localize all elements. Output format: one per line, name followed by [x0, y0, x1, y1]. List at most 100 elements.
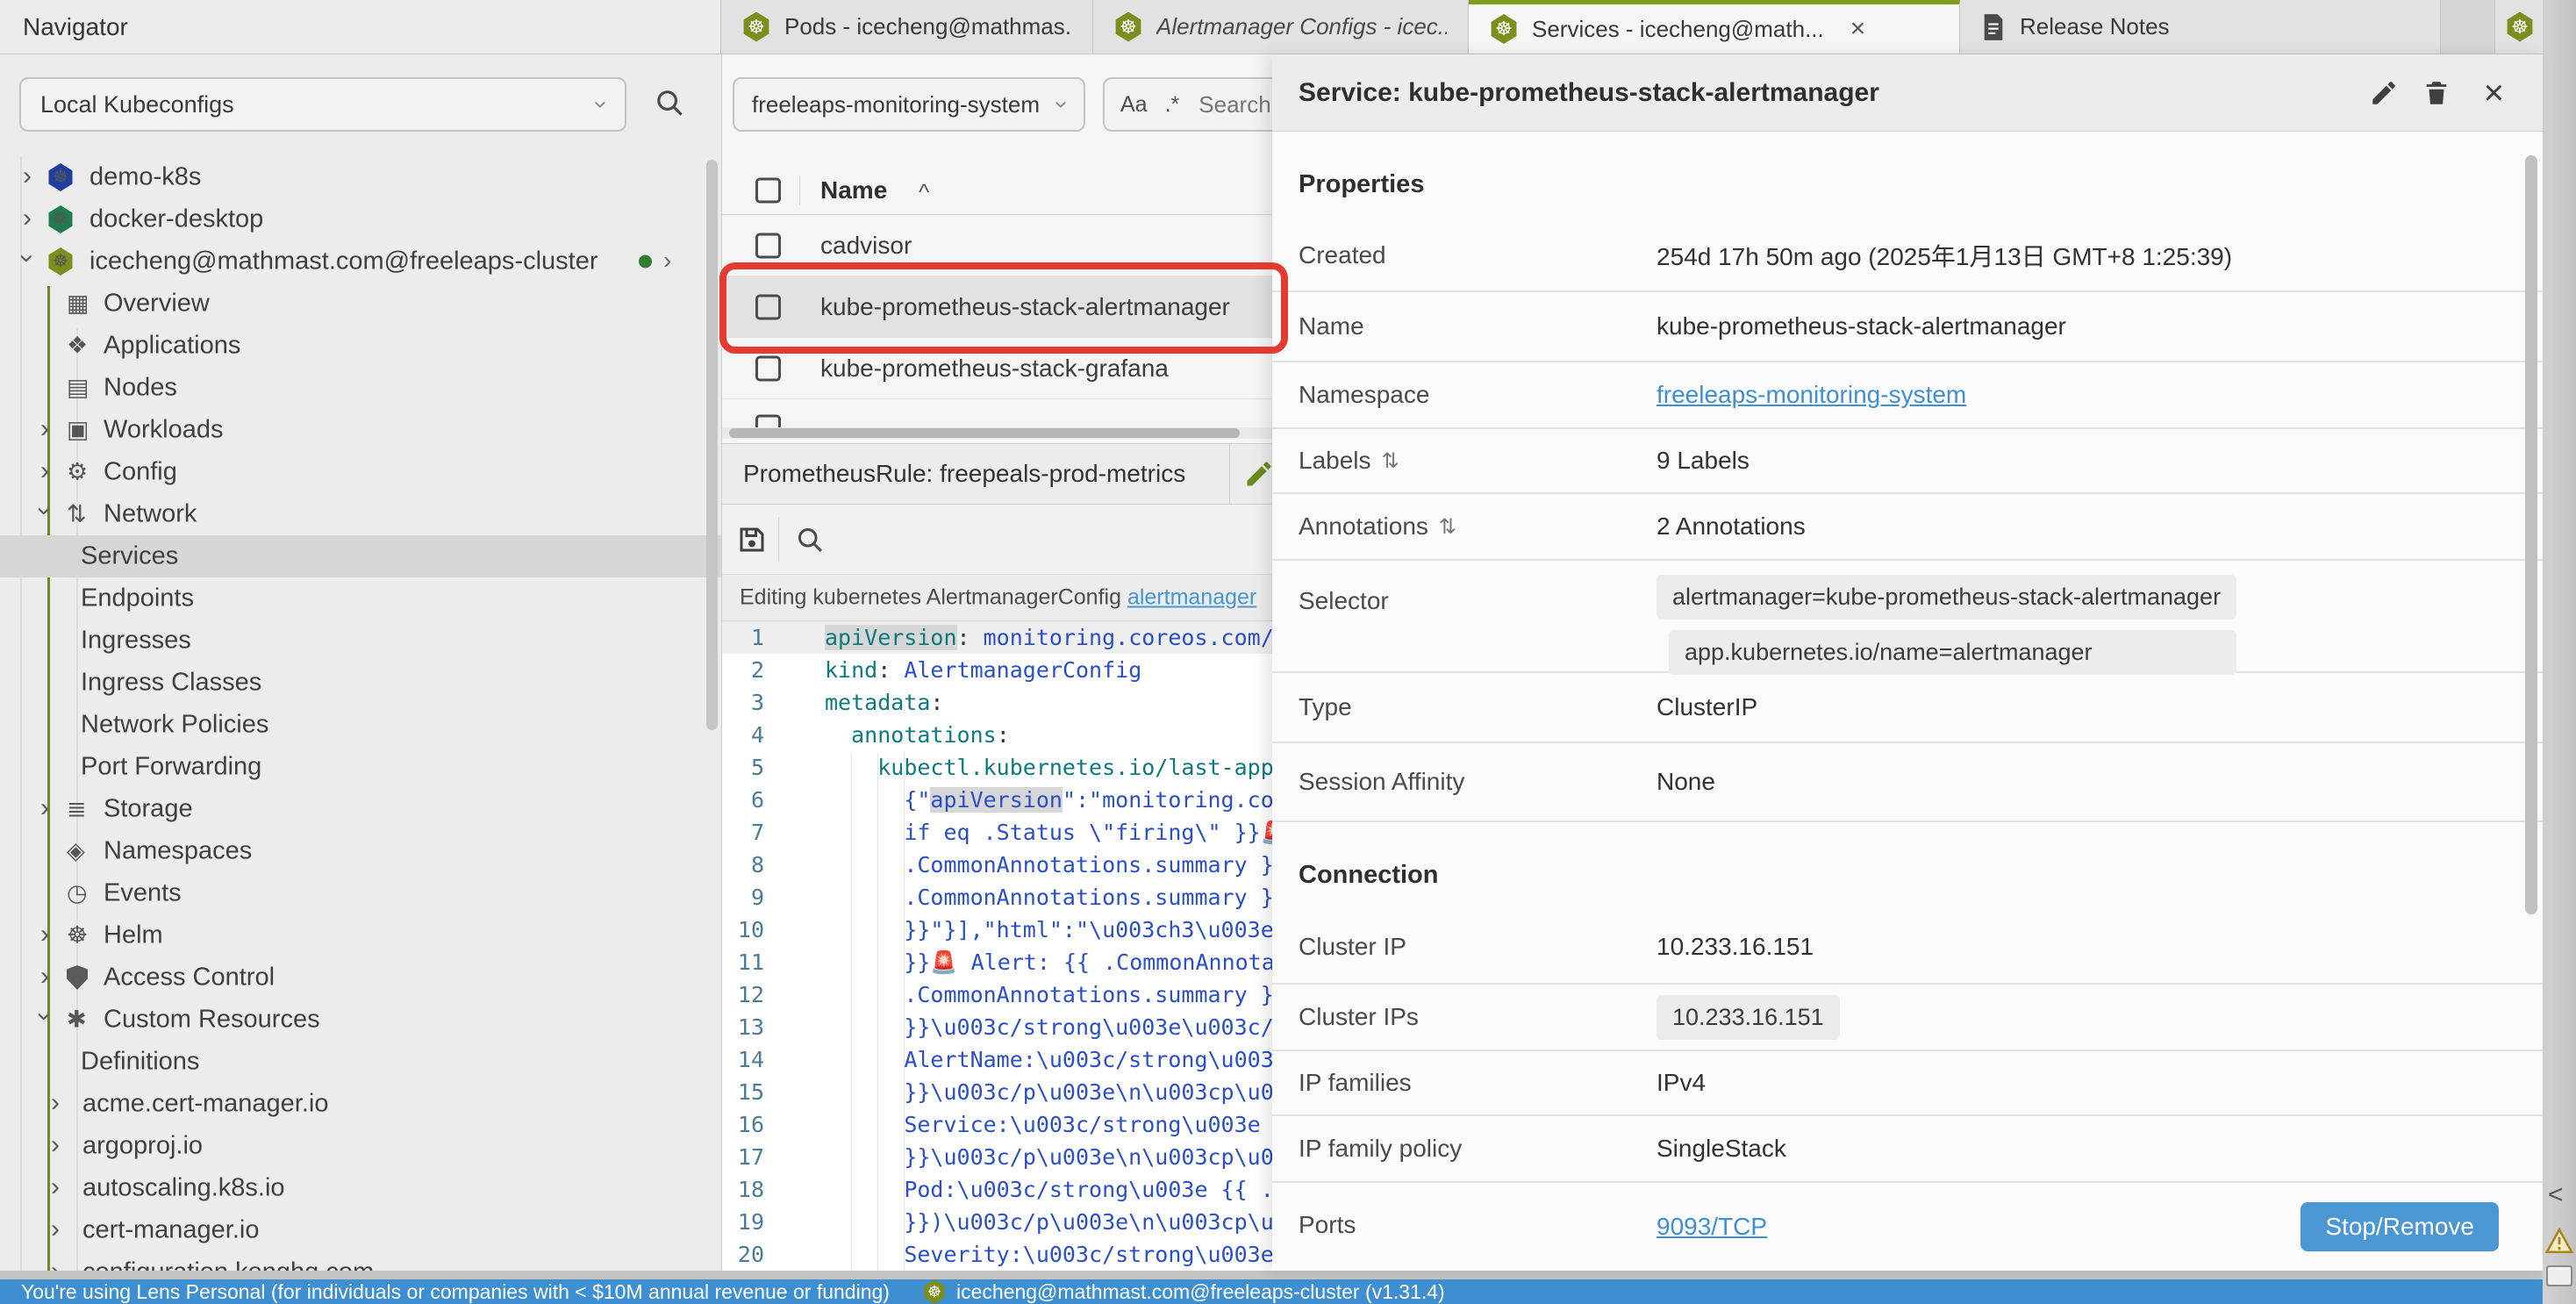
sidebar-item-namespaces[interactable]: ◈ Namespaces [0, 830, 721, 872]
sidebar-item-argoproj[interactable]: › argoproj.io [0, 1125, 721, 1167]
select-all-checkbox[interactable] [755, 178, 781, 204]
table-row-grafana[interactable]: kube-prometheus-stack-grafana [722, 338, 1272, 399]
sidebar-item-definitions[interactable]: Definitions [0, 1041, 721, 1083]
chevron-down-icon[interactable]: › [14, 254, 40, 262]
stop-remove-button[interactable]: Stop/Remove [2301, 1202, 2499, 1251]
table-row-cadvisor[interactable]: cadvisor [722, 215, 1272, 276]
code-line[interactable]: 17 }}\u003c/p\u003e\n\u003cp\u003 [722, 1141, 1272, 1173]
code-line[interactable]: 15 }}\u003c/p\u003e\n\u003cp\u003 [722, 1076, 1272, 1108]
code-line[interactable]: 20 Severity:\u003c/strong\u003e [722, 1238, 1272, 1271]
search-icon[interactable] [653, 86, 686, 119]
scrollbar-thumb[interactable] [729, 428, 1240, 438]
sort-asc-icon[interactable]: ^ [919, 178, 929, 205]
name-column-header[interactable]: Name [820, 176, 887, 204]
chevron-right-icon[interactable]: › [51, 1258, 60, 1271]
chevron-right-icon[interactable]: › [23, 163, 32, 190]
code-line[interactable]: 18 Pod:\u003c/strong\u003e {{ .Co [722, 1173, 1272, 1206]
chevron-right-icon[interactable]: › [663, 248, 671, 273]
chevron-right-icon[interactable]: › [51, 1090, 60, 1116]
code-line[interactable]: 5 kubectl.kubernetes.io/last-applied-con… [722, 751, 1272, 784]
table-row-partial[interactable] [722, 399, 1272, 427]
sidebar-item-demo-k8s[interactable]: › ☸ demo-k8s [0, 156, 721, 198]
code-line[interactable]: 14 AlertName:\u003c/strong\u003e [722, 1043, 1272, 1076]
sidebar-item-endpoints[interactable]: Endpoints [0, 577, 721, 620]
code-line[interactable]: 3metadata: [722, 686, 1272, 719]
row-checkbox[interactable] [755, 415, 781, 428]
alertmanager-config-link[interactable]: alertmanager [1127, 585, 1256, 610]
sidebar-item-events[interactable]: ◷ Events [0, 872, 721, 914]
row-checkbox[interactable] [755, 233, 781, 258]
sidebar-item-freeleaps-cluster[interactable]: › ☸ icecheng@mathmast.com@freeleaps-clus… [0, 240, 721, 283]
chevron-down-icon[interactable]: › [32, 506, 58, 515]
code-line[interactable]: 7 if eq .Status \"firing\" }}🚨 [722, 816, 1272, 849]
sidebar-item-cert-manager[interactable]: › cert-manager.io [0, 1209, 721, 1251]
sidebar-item-network[interactable]: › ⇅ Network [0, 493, 721, 535]
chevron-right-icon[interactable]: › [40, 458, 49, 484]
trash-icon[interactable] [2422, 78, 2451, 108]
sidebar-item-custom-resources[interactable]: › ✱ Custom Resources [0, 999, 721, 1041]
code-line[interactable]: 6 {"apiVersion":"monitoring.coreos [722, 784, 1272, 816]
sidebar-item-applications[interactable]: ❖ Applications [0, 325, 721, 367]
cluster-status[interactable]: ☸ icecheng@mathmast.com@freeleaps-cluste… [923, 1279, 1445, 1304]
chevron-right-icon[interactable]: › [51, 1216, 60, 1243]
code-line[interactable]: 8 .CommonAnnotations.summary }} [722, 849, 1272, 881]
namespace-select[interactable]: freeleaps-monitoring-system › [733, 77, 1085, 132]
code-line[interactable]: 16 Service:\u003c/strong\u003e { [722, 1108, 1272, 1141]
sidebar-item-services[interactable]: Services [0, 535, 721, 577]
tab-release-notes[interactable]: Release Notes [1960, 0, 2441, 54]
sidebar-scrollbar[interactable] [706, 160, 718, 730]
row-checkbox[interactable] [755, 355, 781, 381]
sidebar-item-ingresses[interactable]: Ingresses [0, 620, 721, 662]
drawer-scrollbar[interactable] [2525, 155, 2537, 914]
sidebar-item-port-forwarding[interactable]: Port Forwarding [0, 746, 721, 788]
kubeconfig-select[interactable]: Local Kubeconfigs › [19, 77, 626, 132]
chevron-down-icon[interactable]: › [32, 1012, 58, 1021]
sidebar-item-overview[interactable]: ▦ Overview [0, 283, 721, 325]
code-line[interactable]: 13 }}\u003c/strong\u003e\u003c/h3 [722, 1011, 1272, 1043]
sidebar-item-config[interactable]: › ⚙ Config [0, 451, 721, 493]
match-case-icon[interactable]: Aa [1120, 92, 1148, 118]
edit-pencil-icon[interactable] [2369, 78, 2399, 108]
sidebar-item-access-control[interactable]: › Access Control [0, 957, 721, 999]
chevron-right-icon[interactable]: › [51, 1132, 60, 1158]
code-line[interactable]: 2kind: AlertmanagerConfig [722, 654, 1272, 686]
code-line[interactable]: 1apiVersion: monitoring.coreos.com/v1alp… [722, 621, 1272, 654]
tab-partial[interactable]: ☸ [2494, 0, 2543, 54]
code-line[interactable]: 12 .CommonAnnotations.summary }} [722, 978, 1272, 1011]
tab-alertmanager-configs[interactable]: ☸ Alertmanager Configs - icec... [1093, 0, 1469, 54]
chevron-right-icon[interactable]: › [51, 1174, 60, 1200]
sidebar-item-nodes[interactable]: ▤ Nodes [0, 367, 721, 409]
sidebar-item-docker-desktop[interactable]: › ☸ docker-desktop [0, 198, 721, 240]
namespace-link[interactable]: freeleaps-monitoring-system [1657, 381, 1966, 408]
sort-icon[interactable]: ⇅ [1439, 514, 1456, 540]
code-line[interactable]: 9 .CommonAnnotations.summary }} [722, 881, 1272, 914]
chevron-right-icon[interactable]: › [40, 921, 49, 948]
row-checkbox[interactable] [755, 294, 781, 319]
code-line[interactable]: 11 }}🚨 Alert: {{ .CommonAnnotati [722, 946, 1272, 978]
table-row-alertmanager[interactable]: kube-prometheus-stack-alertmanager [722, 276, 1272, 338]
yaml-editor[interactable]: 1apiVersion: monitoring.coreos.com/v1alp… [722, 621, 1272, 1271]
search-input[interactable] [1197, 90, 1272, 119]
horizontal-scrollbar[interactable] [722, 427, 1272, 439]
chevron-right-icon[interactable]: › [40, 964, 49, 990]
sidebar-item-helm[interactable]: › ☸ Helm [0, 914, 721, 957]
code-line[interactable]: 4 annotations: [722, 719, 1272, 751]
sidebar-item-network-policies[interactable]: Network Policies [0, 704, 721, 746]
sidebar-item-configuration-konghq[interactable]: › configuration.konghq.com [0, 1251, 721, 1271]
sidebar-item-storage[interactable]: › ≣ Storage [0, 788, 721, 830]
sidebar-item-autoscaling[interactable]: › autoscaling.k8s.io [0, 1167, 721, 1209]
chevron-right-icon[interactable]: › [23, 205, 32, 232]
code-line[interactable]: 10 }}"}],"html":"\u003ch3\u003e\u [722, 914, 1272, 946]
close-icon[interactable]: × [2484, 75, 2504, 111]
save-icon[interactable] [736, 524, 768, 555]
close-tab-icon[interactable]: × [1850, 16, 1866, 42]
chevron-right-icon[interactable]: › [40, 795, 49, 821]
port-9093-link[interactable]: 9093/TCP [1657, 1213, 1767, 1240]
search-icon[interactable] [794, 524, 826, 555]
chevron-right-icon[interactable]: › [40, 416, 49, 442]
sort-icon[interactable]: ⇅ [1382, 448, 1399, 474]
sidebar-item-workloads[interactable]: › ▣ Workloads [0, 409, 721, 451]
sidebar-item-acme-cert-manager[interactable]: › acme.cert-manager.io [0, 1083, 721, 1125]
tab-services[interactable]: ☸ Services - icecheng@math... × [1469, 0, 1960, 54]
sidebar-item-ingress-classes[interactable]: Ingress Classes [0, 662, 721, 704]
